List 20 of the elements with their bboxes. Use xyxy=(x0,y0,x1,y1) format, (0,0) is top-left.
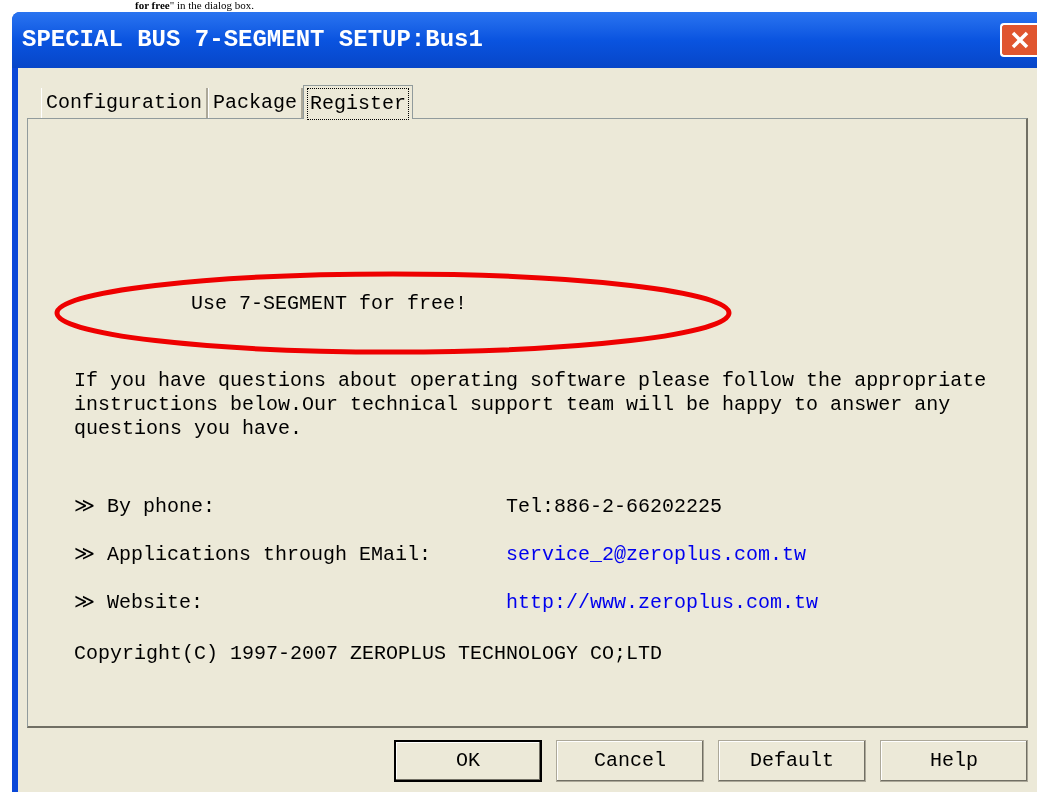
tab[interactable]: Configuration xyxy=(41,88,209,118)
close-button[interactable] xyxy=(1000,23,1037,57)
headline-text: Use 7-SEGMENT for free! xyxy=(191,292,468,315)
dialog-button[interactable]: OK xyxy=(394,740,542,782)
window-title: SPECIAL BUS 7-SEGMENT SETUP:Bus1 xyxy=(22,25,483,55)
tab[interactable]: Register xyxy=(303,85,414,119)
copyright-text: Copyright(C) 1997-2007 ZEROPLUS TECHNOLOGY CO;LTD xyxy=(74,641,664,667)
tab[interactable]: Package xyxy=(208,88,304,118)
dialog-button[interactable]: Default xyxy=(718,740,866,782)
contact-label: ≫ Applications through EMail: xyxy=(74,542,433,568)
contact-link[interactable]: service_2@zeroplus.com.tw xyxy=(506,540,807,570)
contact-value: Tel:886-2-66202225 xyxy=(506,494,723,520)
close-icon xyxy=(1009,30,1030,50)
contact-link[interactable]: http://www.zeroplus.com.tw xyxy=(506,588,819,618)
dialog-button[interactable]: Cancel xyxy=(556,740,704,782)
document-text: for free" in the dialog box. xyxy=(135,0,254,11)
dialog-button[interactable]: Help xyxy=(880,740,1028,782)
contact-label: ≫ By phone: xyxy=(74,494,217,520)
intro-paragraph: If you have questions about operating software please follow the appropriate instructions below.Our technical support team will be happy to answer any questions you have. xyxy=(74,369,988,441)
contact-label: ≫ Website: xyxy=(74,590,205,616)
